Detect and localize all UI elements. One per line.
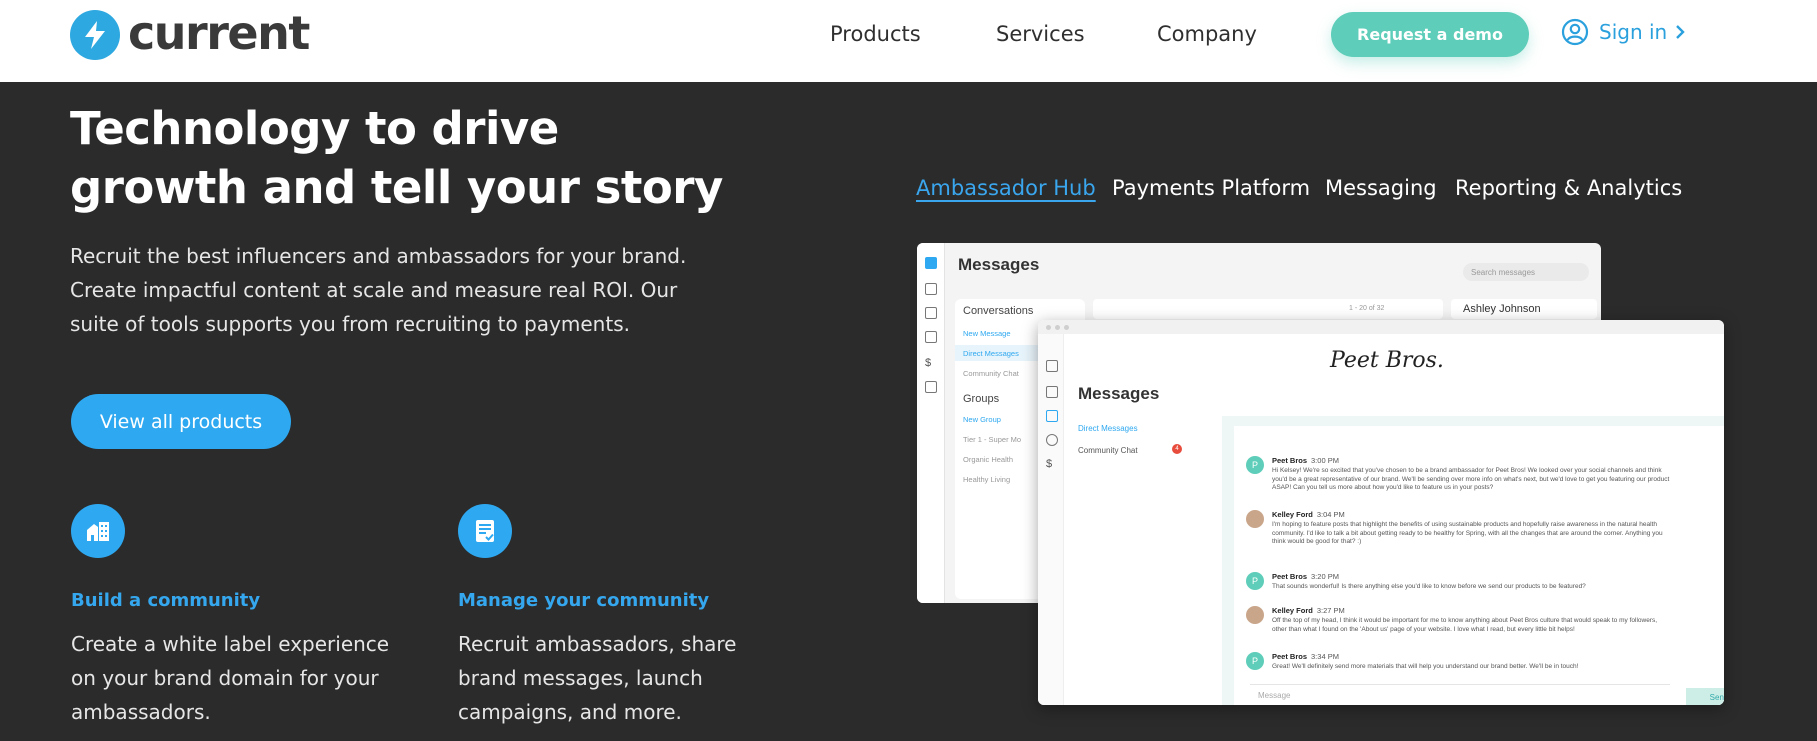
request-demo-button[interactable]: Request a demo bbox=[1331, 12, 1529, 57]
unread-badge: 4 bbox=[1172, 444, 1182, 454]
feature-description: Recruit ambassadors, share brand message… bbox=[458, 632, 737, 724]
message-time: 3:27 PM bbox=[1316, 606, 1345, 615]
community-chat-item: Community Chat bbox=[1078, 446, 1138, 455]
group-item: Healthy Living bbox=[963, 475, 1011, 484]
user-circle-icon bbox=[1561, 18, 1589, 46]
avatar: P bbox=[1246, 652, 1264, 670]
tab-messaging[interactable]: Messaging bbox=[1325, 176, 1437, 200]
mock-list-toolbar: 1 - 20 of 32 bbox=[1093, 299, 1443, 319]
message-text: Great! We'll definitely send more materi… bbox=[1272, 663, 1579, 670]
list-icon bbox=[925, 283, 937, 295]
site-header: current Products Services Company Reques… bbox=[0, 0, 1817, 82]
hero-description: Recruit the best influencers and ambassa… bbox=[70, 244, 687, 336]
feature-title: Build a community bbox=[71, 590, 261, 611]
dollar-icon: $ bbox=[1046, 458, 1053, 470]
nav-services[interactable]: Services bbox=[996, 22, 1085, 46]
message-text: I'm hoping to feature posts that highlig… bbox=[1272, 521, 1663, 545]
mock-chat-panel: P Peet Bros 3:00 PM Hi Kelsey! We're so e… bbox=[1234, 426, 1724, 705]
sign-in-link[interactable]: Sign in bbox=[1561, 18, 1685, 46]
brand-name: current bbox=[128, 6, 310, 60]
mock-messages-front-window: $ Peet Bros. Messages Direct Messages Co… bbox=[1038, 320, 1724, 705]
list-count: 1 - 20 of 32 bbox=[1349, 305, 1385, 312]
feature-build-community: Build a community Create a white label e… bbox=[71, 504, 411, 729]
nav-products[interactable]: Products bbox=[830, 22, 921, 46]
refresh-icon bbox=[1046, 434, 1058, 446]
avatar: P bbox=[1246, 572, 1264, 590]
mock-sidebar: $ bbox=[917, 243, 945, 603]
community-chat-item: Community Chat bbox=[963, 369, 1019, 378]
feature-description: Create a white label experience on your … bbox=[71, 632, 390, 724]
send-button: Send bbox=[1686, 688, 1724, 705]
checklist-icon bbox=[458, 504, 512, 558]
nav-company[interactable]: Company bbox=[1157, 22, 1257, 46]
lightning-bolt-icon bbox=[70, 10, 120, 60]
message-time: 3:34 PM bbox=[1311, 652, 1339, 661]
new-message-item: New Message bbox=[963, 329, 1011, 338]
message-time: 3:20 PM bbox=[1311, 572, 1339, 581]
message-text: Off the top of my head, I think it would… bbox=[1272, 617, 1658, 633]
mock-contact-header: Ashley Johnson bbox=[1451, 299, 1597, 319]
building-icon bbox=[71, 504, 125, 558]
message-sender: Peet Bros bbox=[1272, 456, 1308, 465]
message-input: Message bbox=[1250, 684, 1670, 704]
message-time: 3:04 PM bbox=[1316, 510, 1345, 519]
bag-icon bbox=[925, 307, 937, 319]
message-text: Hi Kelsey! We're so excited that you've … bbox=[1272, 467, 1670, 491]
feature-manage-community: Manage your community Recruit ambassador… bbox=[458, 504, 798, 729]
message-sender: Peet Bros bbox=[1272, 652, 1308, 661]
feature-title: Manage your community bbox=[458, 590, 710, 611]
mock-channel-list: Direct Messages Community Chat bbox=[1064, 416, 1222, 705]
mock-title: Messages bbox=[1078, 384, 1160, 403]
direct-messages-item: Direct Messages bbox=[1078, 424, 1138, 433]
chat-icon bbox=[925, 257, 937, 269]
brand-logo[interactable]: current bbox=[70, 6, 310, 60]
grid-icon bbox=[925, 381, 937, 393]
mock-search-input: Search messages bbox=[1463, 263, 1589, 281]
message-sender: Kelley Ford bbox=[1272, 606, 1313, 615]
group-item: Organic Health bbox=[963, 455, 1014, 464]
avatar bbox=[1246, 606, 1264, 624]
tab-ambassador-hub[interactable]: Ambassador Hub bbox=[916, 176, 1096, 200]
chart-icon bbox=[925, 331, 937, 343]
message-sender: Peet Bros bbox=[1272, 572, 1308, 581]
message-time: 3:00 PM bbox=[1311, 456, 1339, 465]
group-item: Tier 1 - Super Mo bbox=[963, 435, 1022, 444]
message-text: That sounds wonderful! Is there anything… bbox=[1272, 583, 1586, 590]
conversations-heading: Conversations bbox=[963, 305, 1034, 317]
hero-title: Technology to drive growth and tell your… bbox=[70, 102, 723, 214]
direct-messages-item: Direct Messages bbox=[963, 349, 1019, 358]
sign-in-label: Sign in bbox=[1599, 20, 1668, 44]
bag-icon bbox=[1046, 360, 1058, 372]
window-titlebar bbox=[1038, 320, 1724, 334]
mock-sidebar: $ bbox=[1038, 334, 1064, 705]
chat-icon bbox=[1046, 410, 1058, 422]
mock-title: Messages bbox=[958, 255, 1040, 274]
avatar: P bbox=[1246, 456, 1264, 474]
new-group-item: New Group bbox=[963, 415, 1001, 424]
groups-heading: Groups bbox=[963, 393, 1000, 405]
list-icon bbox=[1046, 386, 1058, 398]
message-sender: Kelley Ford bbox=[1272, 510, 1313, 519]
contact-name: Ashley Johnson bbox=[1463, 303, 1541, 315]
dollar-icon: $ bbox=[925, 357, 932, 369]
chevron-right-icon bbox=[1676, 25, 1685, 39]
tab-payments-platform[interactable]: Payments Platform bbox=[1112, 176, 1310, 200]
tab-reporting-analytics[interactable]: Reporting & Analytics bbox=[1455, 176, 1682, 200]
brand-wordmark: Peet Bros. bbox=[1330, 348, 1444, 373]
view-all-products-button[interactable]: View all products bbox=[71, 394, 291, 449]
avatar bbox=[1246, 510, 1264, 528]
